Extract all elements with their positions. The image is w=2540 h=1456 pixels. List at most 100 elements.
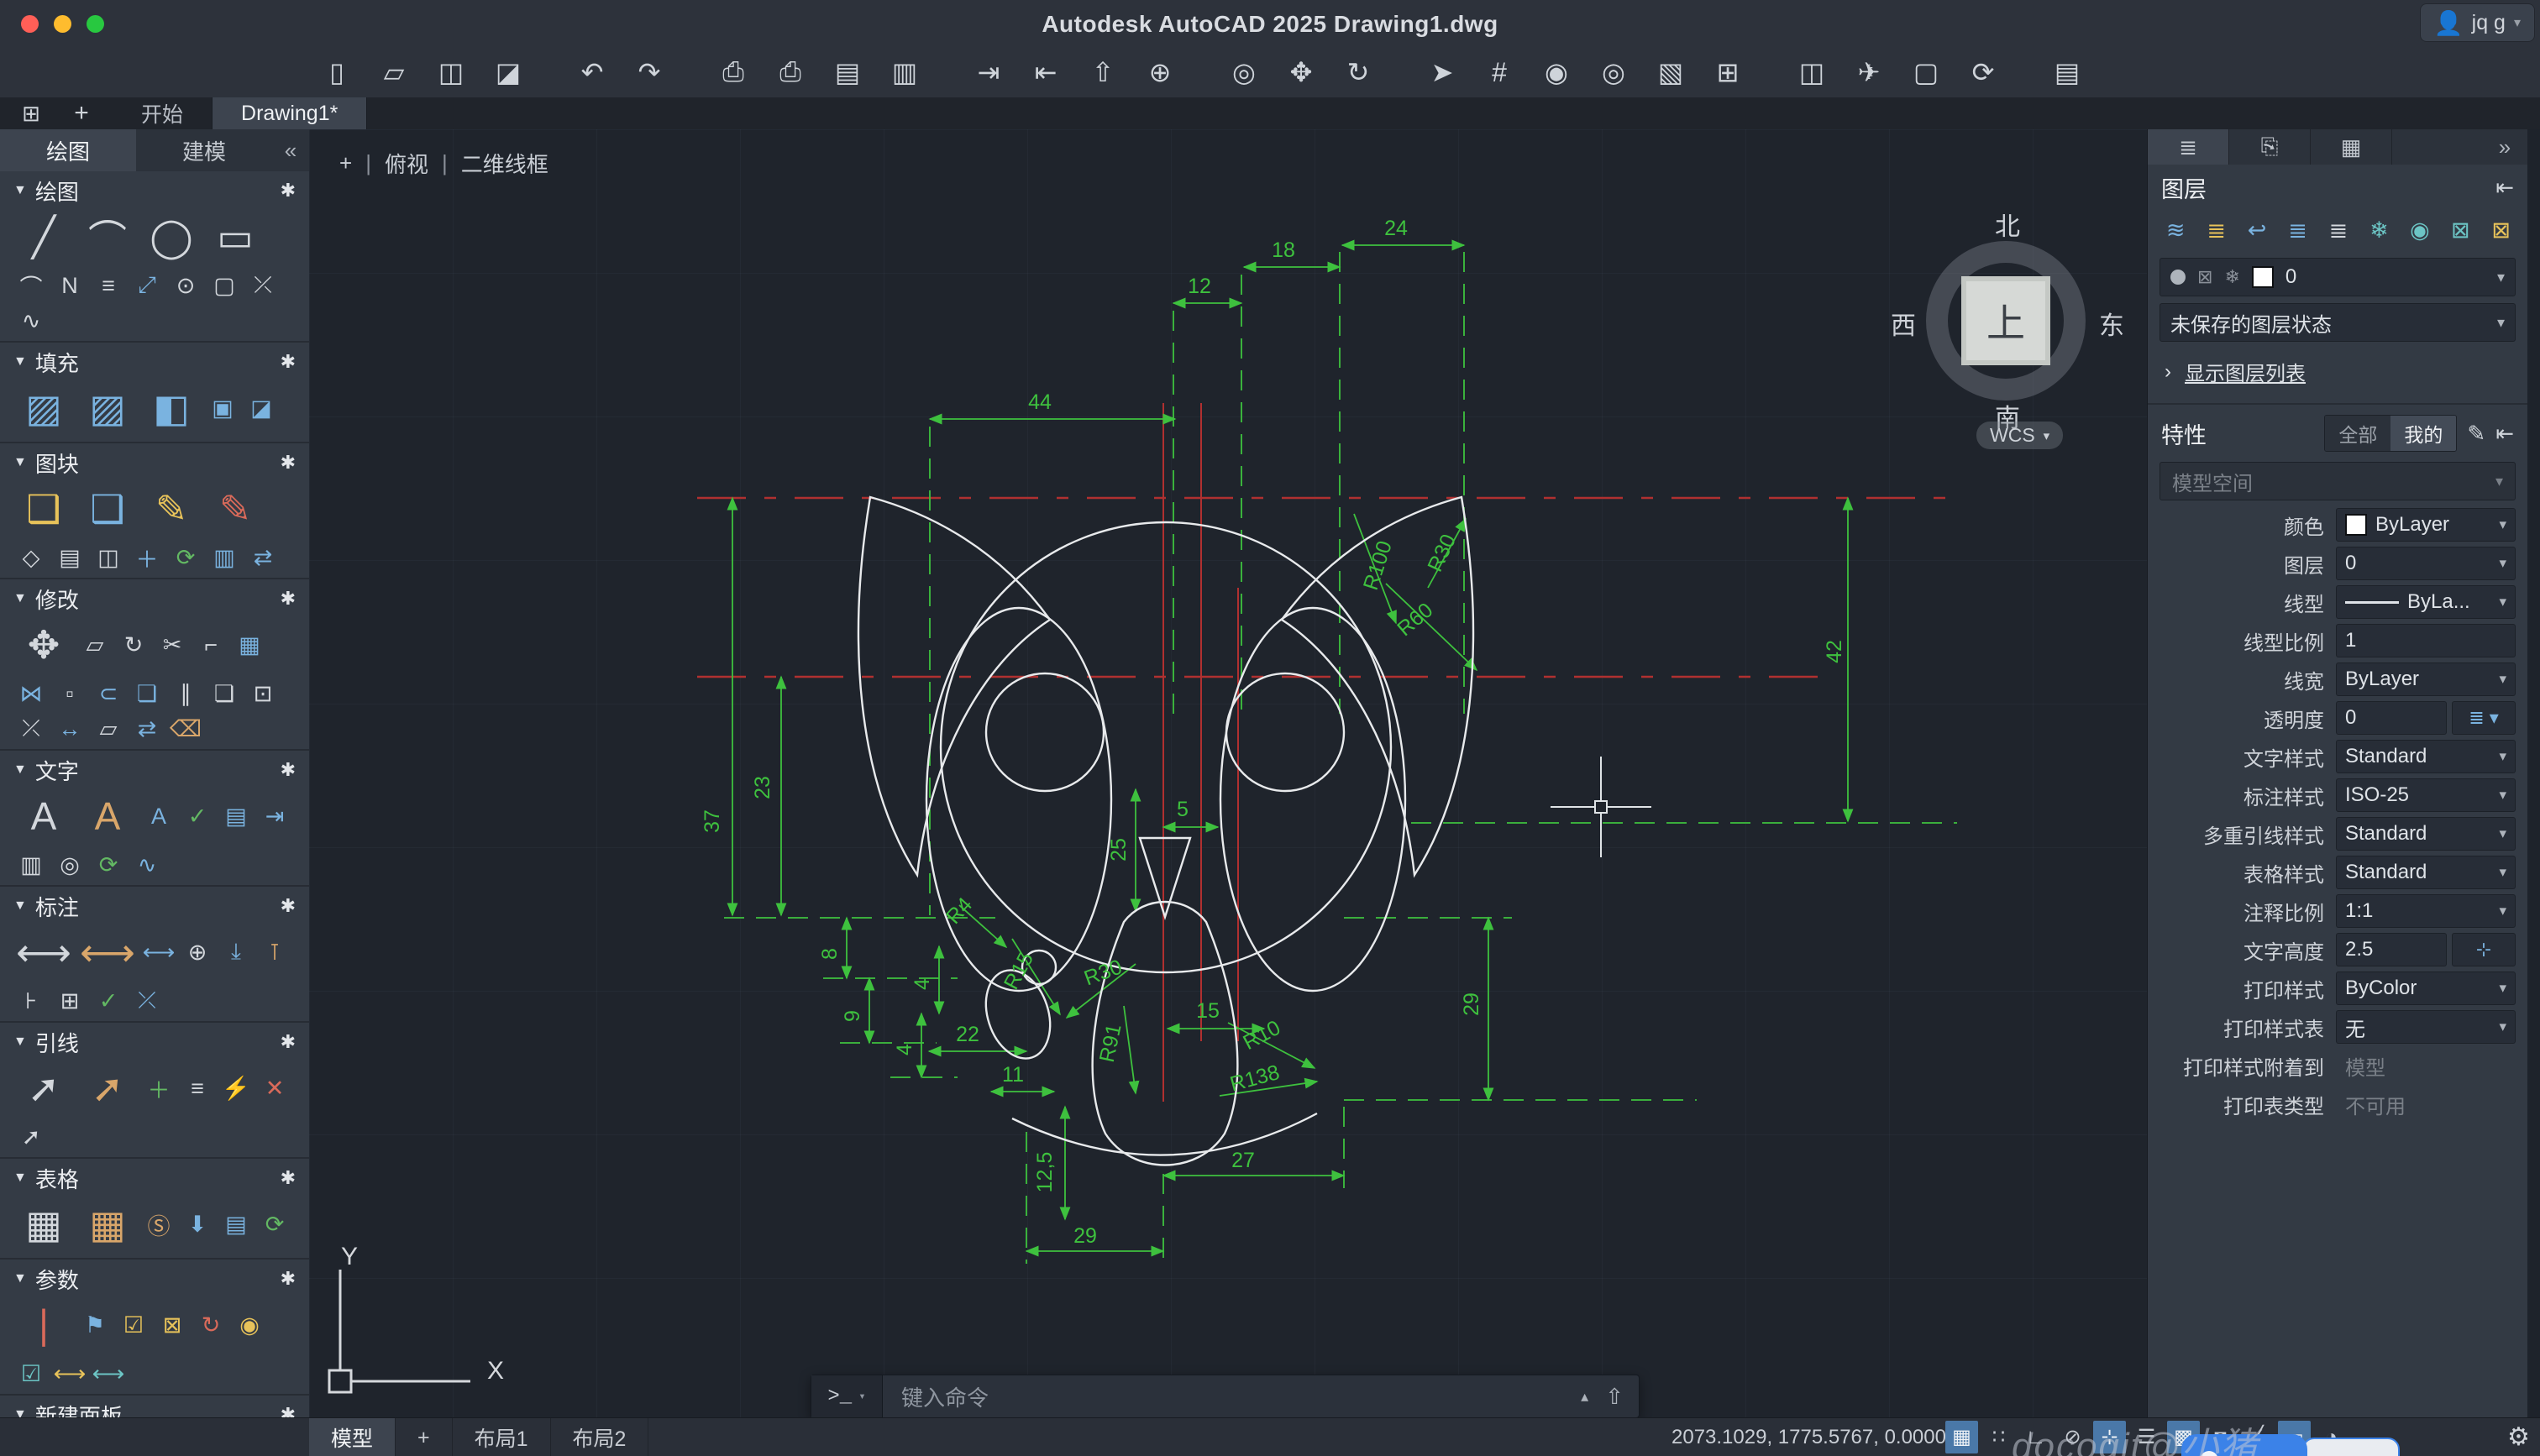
property-value-dropdown[interactable]: ISO-25▾	[2336, 778, 2516, 812]
attr-sync-tool-icon[interactable]: ⟳	[168, 541, 203, 574]
dim-tolerance-tool-icon[interactable]: ⊞	[52, 984, 87, 1018]
text-style-tool-icon[interactable]: ▤	[218, 799, 254, 833]
gear-icon[interactable]: ✱	[281, 180, 301, 202]
command-input[interactable]: 键入命令	[883, 1381, 1581, 1412]
undo-icon[interactable]: ↶	[575, 55, 610, 90]
text-update-tool-icon[interactable]: ⟳	[91, 848, 126, 882]
save-as-icon[interactable]: ◪	[491, 55, 526, 90]
trim-tool-icon[interactable]: ✂	[155, 628, 190, 662]
layer-isolate-icon[interactable]: ≣	[2280, 214, 2315, 246]
property-value-dropdown[interactable]: Standard▾	[2336, 856, 2516, 889]
orbit-icon[interactable]: ↻	[1341, 55, 1376, 90]
ribbon-tab-modeling[interactable]: 建模	[136, 129, 272, 171]
edit-block-tool-icon[interactable]: ✎	[141, 479, 202, 539]
layer-unlock-icon[interactable]: ⊠	[2484, 214, 2519, 246]
property-value-dropdown[interactable]: Standard▾	[2336, 817, 2516, 851]
show-layer-list-toggle[interactable]: › 显示图层列表	[2148, 348, 2527, 398]
table-sync-tool-icon[interactable]: ⟳	[257, 1207, 292, 1241]
clean-screen-icon[interactable]: ▢	[1908, 55, 1944, 90]
clean-tool-icon[interactable]: ⌫	[168, 712, 203, 746]
snap-mode-icon[interactable]: ∷	[1982, 1421, 2015, 1453]
gear-icon[interactable]: ✱	[281, 895, 301, 917]
command-line[interactable]: >_ ▾ 键入命令 ▴ ⇧	[811, 1375, 1640, 1418]
mleader-remove-tool-icon[interactable]: ✕	[257, 1071, 292, 1105]
hatch-edit-tool-icon[interactable]: ▨	[77, 378, 138, 438]
gear-icon[interactable]: ✱	[281, 1268, 301, 1290]
property-value-input[interactable]: 2.5	[2336, 933, 2447, 966]
filter-mine-button[interactable]: 我的	[2390, 416, 2456, 451]
user-account-button[interactable]: 👤 jq g ▾	[2420, 3, 2535, 42]
file-tab-[interactable]: 开始	[113, 97, 213, 129]
circle-tool-icon[interactable]: ◯	[141, 207, 202, 267]
mleader-align-tool-icon[interactable]: ≡	[180, 1071, 215, 1105]
section-collapse-icon[interactable]: ▼	[13, 1271, 27, 1286]
layer-lock-icon[interactable]: ⊠	[2443, 214, 2478, 246]
move-tool-icon[interactable]: ✥	[13, 615, 74, 675]
zoom-realtime-icon[interactable]: ◎	[1226, 55, 1262, 90]
param-check2-tool-icon[interactable]: ☑	[13, 1357, 49, 1391]
section-collapse-icon[interactable]: ▼	[13, 898, 27, 914]
share-drawing-icon[interactable]: ✈	[1851, 55, 1887, 90]
new-layout-button[interactable]: +	[396, 1418, 453, 1456]
table-edit-tool-icon[interactable]: ▦	[77, 1194, 138, 1254]
file-tab-drawing1[interactable]: Drawing1*	[213, 97, 367, 129]
layout-tab-模型[interactable]: 模型	[309, 1418, 396, 1456]
dim-continue-tool-icon[interactable]: ⊦	[13, 984, 49, 1018]
property-value-input[interactable]: 0	[2336, 701, 2447, 735]
viewcube-top-face[interactable]: 上	[1961, 276, 2050, 365]
drawing-compare-icon[interactable]: ◫	[1794, 55, 1829, 90]
layer-restore-icon[interactable]: ↩	[2239, 214, 2275, 246]
property-value-dropdown[interactable]: ByLayer▾	[2336, 508, 2516, 542]
section-collapse-icon[interactable]: ▼	[13, 354, 27, 369]
import-icon[interactable]: ⇥	[971, 55, 1006, 90]
gear-icon[interactable]: ✱	[281, 588, 301, 610]
property-value-dropdown[interactable]: Standard▾	[2336, 740, 2516, 773]
gear-icon[interactable]: ✱	[281, 452, 301, 474]
pdf-to-text-tool-icon[interactable]: ⇥	[257, 799, 292, 833]
attr-display-tool-icon[interactable]: ▥	[207, 541, 242, 574]
section-collapse-icon[interactable]: ▼	[13, 1034, 27, 1050]
multileader-tool-icon[interactable]: ➚	[13, 1058, 74, 1118]
pan-icon[interactable]: ✥	[1283, 55, 1319, 90]
quick-calc-icon[interactable]: #	[1482, 55, 1517, 90]
layer-select-dropdown[interactable]: ⊠ ❄ 0 ▾	[2160, 258, 2516, 296]
table-download-tool-icon[interactable]: ⬇	[180, 1207, 215, 1241]
table-export-tool-icon[interactable]: Ⓢ	[141, 1207, 176, 1241]
property-value-dropdown[interactable]: 无▾	[2336, 1010, 2516, 1044]
plot-icon[interactable]: ⎙	[773, 55, 808, 90]
squiggle-tool-icon[interactable]: ∿	[13, 304, 49, 338]
property-value-dropdown[interactable]: ByLayer▾	[2336, 663, 2516, 696]
table-style-tool-icon[interactable]: ▤	[218, 1207, 254, 1241]
centerline-tool-icon[interactable]: ≡	[91, 269, 126, 302]
trim-x-tool-icon[interactable]: ⤫	[245, 269, 281, 302]
param-bulb-tool-icon[interactable]: ◉	[232, 1308, 267, 1342]
collapse-command-icon[interactable]: ▴	[1581, 1388, 1588, 1406]
stretch-tool-icon[interactable]: ∥	[168, 677, 203, 710]
properties-filter-toggle[interactable]: 全部 我的	[2324, 415, 2457, 452]
block-replace-tool-icon[interactable]: ⇄	[245, 541, 281, 574]
point-style-icon[interactable]: ◉	[1539, 55, 1574, 90]
block-table-tool-icon[interactable]: ▤	[52, 541, 87, 574]
property-value-input[interactable]: 1	[2336, 624, 2516, 657]
param-check-tool-icon[interactable]: ☑	[116, 1308, 151, 1342]
dim-center-tool-icon[interactable]: ⊕	[180, 935, 215, 969]
pdf-recognize-tool-icon[interactable]: ∿	[129, 848, 165, 882]
param-dim-tool-icon[interactable]: ⟷	[52, 1357, 87, 1391]
property-value-dropdown[interactable]: ByLa...▾	[2336, 585, 2516, 619]
create-block-tool-icon[interactable]: ❑	[77, 479, 138, 539]
text-edit-tool-icon[interactable]: A	[77, 786, 138, 846]
text-import-tool-icon[interactable]: ▥	[13, 848, 49, 882]
join-tool-icon[interactable]: ↔	[52, 712, 87, 746]
dim-xy-tool-icon[interactable]: ⤫	[129, 984, 165, 1018]
array-tool-icon[interactable]: ▦	[232, 628, 267, 662]
panel-pin-icon[interactable]: ⇤	[2495, 421, 2514, 447]
break-tool-icon[interactable]: ⤫	[13, 712, 49, 746]
property-value-dropdown[interactable]: ByColor▾	[2336, 972, 2516, 1005]
section-collapse-icon[interactable]: ▼	[13, 591, 27, 606]
filter-all-button[interactable]: 全部	[2325, 416, 2390, 451]
dim-baseline-tool-icon[interactable]: ⤓	[218, 935, 254, 969]
rectangle-tool-icon[interactable]: ▭	[205, 207, 265, 267]
quick-select-icon[interactable]: ➤	[1425, 55, 1460, 90]
layer-unisolate-icon[interactable]: ≣	[2321, 214, 2356, 246]
drawing-canvas[interactable]: + | 俯视 | 二维线框	[309, 129, 2147, 1417]
